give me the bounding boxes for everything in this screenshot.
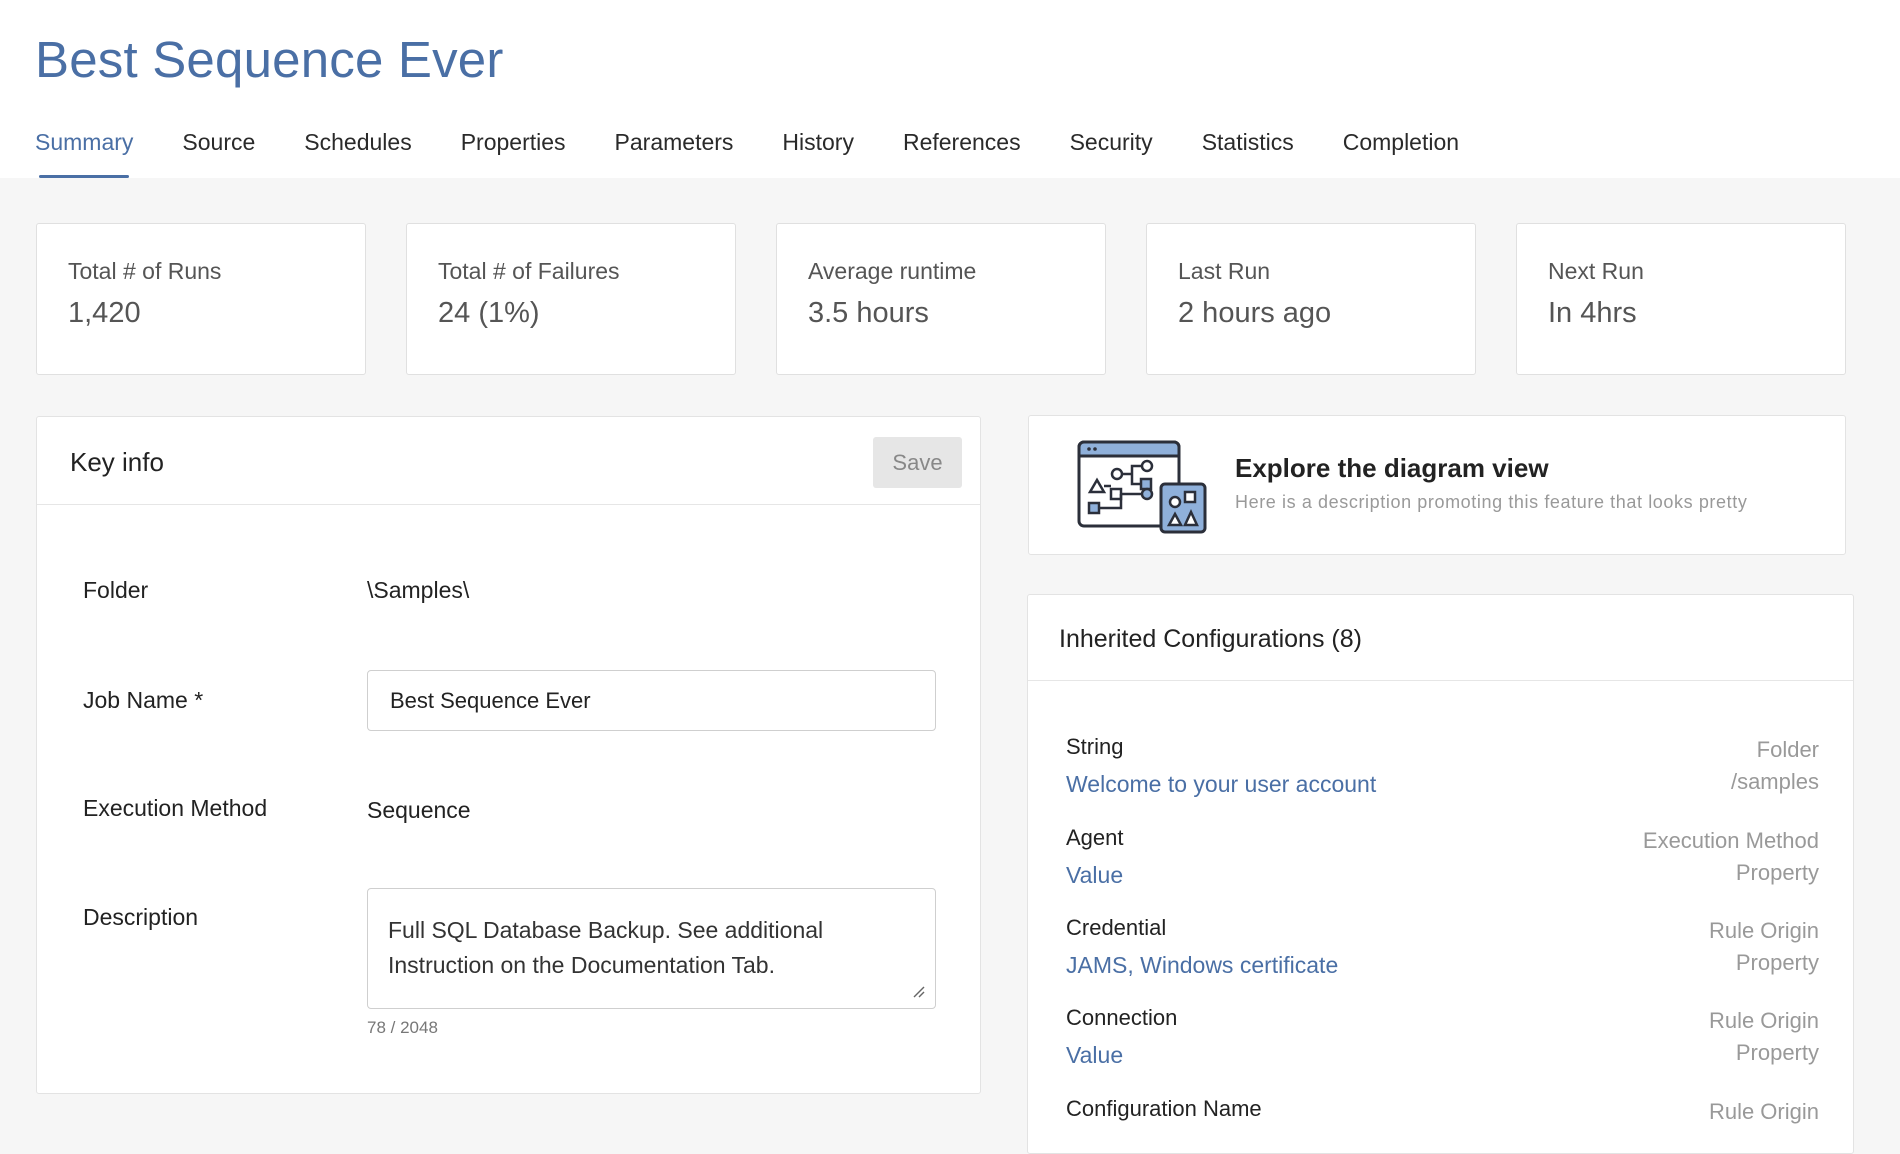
- stat-label: Average runtime: [808, 258, 977, 284]
- execution-method-label: Execution Method: [83, 795, 268, 821]
- config-origin-line: Rule Origin: [1708, 918, 1819, 943]
- config-origin: Rule Origin Property: [1709, 915, 1819, 979]
- stat-label: Last Run: [1178, 258, 1271, 284]
- key-info-title: Key info: [70, 447, 164, 477]
- config-origin-line: Execution Method: [1642, 828, 1819, 853]
- stat-value: 2 hours ago: [1178, 297, 1332, 329]
- stat-card-total-failures: Total # of Failures 24 (1%): [406, 223, 736, 375]
- config-origin-line: Rule Origin: [1708, 1008, 1819, 1033]
- tab-properties[interactable]: Properties: [461, 124, 566, 178]
- description-textarea[interactable]: Full SQL Database Backup. See additional…: [367, 888, 936, 1009]
- config-row: Agent Value Execution Method Property: [1066, 825, 1819, 905]
- inherited-configurations-header: Inherited Configurations (8): [1028, 595, 1853, 681]
- stat-value: 3.5 hours: [808, 297, 929, 329]
- stat-card-total-runs: Total # of Runs 1,420: [36, 223, 366, 375]
- stat-label: Total # of Failures: [438, 258, 620, 284]
- stat-label: Next Run: [1548, 258, 1644, 284]
- tab-statistics[interactable]: Statistics: [1202, 124, 1294, 178]
- config-value-link[interactable]: JAMS, Windows certificate: [1066, 952, 1338, 979]
- tab-parameters[interactable]: Parameters: [615, 124, 734, 178]
- key-info-header: Key info Save: [37, 417, 980, 505]
- tab-source[interactable]: Source: [182, 124, 255, 178]
- stat-value: 24 (1%): [438, 297, 540, 329]
- stat-value: In 4hrs: [1548, 297, 1637, 329]
- config-origin-line: /samples: [1730, 769, 1819, 794]
- tab-history[interactable]: History: [782, 124, 854, 178]
- diagram-view-promo[interactable]: Explore the diagram view Here is a descr…: [1028, 415, 1846, 555]
- stat-label: Total # of Runs: [68, 258, 222, 284]
- config-origin-line: Property: [1735, 950, 1819, 975]
- tab-security[interactable]: Security: [1070, 124, 1153, 178]
- config-row: String Welcome to your user account Fold…: [1066, 734, 1819, 814]
- save-button[interactable]: Save: [873, 437, 962, 488]
- config-name: Configuration Name: [1066, 1096, 1262, 1121]
- tab-references[interactable]: References: [903, 124, 1021, 178]
- stat-card-last-run: Last Run 2 hours ago: [1146, 223, 1476, 375]
- description-label: Description: [83, 904, 199, 930]
- config-origin-line: Property: [1735, 1040, 1819, 1065]
- config-name: Connection: [1066, 1005, 1178, 1030]
- config-origin: Folder /samples: [1731, 734, 1819, 798]
- description-text: Full SQL Database Backup. See additional…: [388, 917, 824, 978]
- tab-completion[interactable]: Completion: [1343, 124, 1459, 178]
- config-origin: Rule Origin: [1709, 1096, 1819, 1128]
- inherited-configurations-panel: Inherited Configurations (8) String Welc…: [1027, 594, 1854, 1154]
- job-name-label: Job Name *: [83, 687, 204, 713]
- config-origin: Execution Method Property: [1643, 825, 1819, 889]
- resize-handle-icon[interactable]: [911, 984, 925, 998]
- config-value-link[interactable]: Welcome to your user account: [1066, 771, 1376, 798]
- config-name: Credential: [1066, 915, 1167, 940]
- tab-bar: Summary Source Schedules Properties Para…: [35, 124, 1508, 178]
- folder-label: Folder: [83, 577, 149, 603]
- inherited-configurations-title: Inherited Configurations (8): [1059, 625, 1362, 653]
- page-title: Best Sequence Ever: [35, 31, 504, 88]
- stat-card-average-runtime: Average runtime 3.5 hours: [776, 223, 1106, 375]
- diagram-view-icon: [1077, 440, 1207, 534]
- character-count: 78 / 2048: [367, 1018, 438, 1037]
- stat-card-next-run: Next Run In 4hrs: [1516, 223, 1846, 375]
- promo-title: Explore the diagram view: [1235, 453, 1549, 483]
- tab-schedules[interactable]: Schedules: [304, 124, 411, 178]
- config-value-link[interactable]: Value: [1066, 1042, 1123, 1069]
- config-row: Connection Value Rule Origin Property: [1066, 1005, 1819, 1085]
- config-origin-line: Rule Origin: [1708, 1099, 1819, 1124]
- folder-value: \Samples\: [367, 577, 470, 603]
- execution-method-value: Sequence: [367, 797, 471, 823]
- config-origin-line: Folder: [1756, 737, 1819, 762]
- config-name: String: [1066, 734, 1124, 759]
- promo-description: Here is a description promoting this fea…: [1235, 492, 1748, 512]
- config-origin: Rule Origin Property: [1709, 1005, 1819, 1069]
- tab-summary[interactable]: Summary: [35, 124, 133, 178]
- key-info-panel: Key info Save Folder \Samples\ Job Name …: [36, 416, 981, 1094]
- config-origin-line: Property: [1735, 860, 1819, 885]
- config-row: Credential JAMS, Windows certificate Rul…: [1066, 915, 1819, 995]
- stat-value: 1,420: [68, 297, 141, 329]
- config-name: Agent: [1066, 825, 1124, 850]
- config-value-link[interactable]: Value: [1066, 862, 1123, 889]
- page-header: Best Sequence Ever Summary Source Schedu…: [0, 0, 1900, 178]
- job-name-input[interactable]: [367, 670, 936, 731]
- config-row: Configuration Name Rule Origin: [1066, 1096, 1819, 1153]
